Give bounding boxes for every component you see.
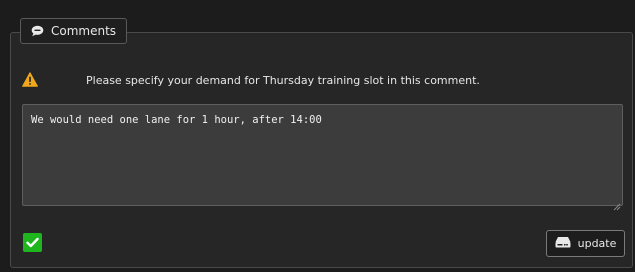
notice: Please specify your demand for Thursday … bbox=[22, 72, 480, 88]
comments-legend: Comments bbox=[20, 18, 128, 44]
warning-icon bbox=[22, 72, 38, 88]
comments-legend-label: Comments bbox=[51, 24, 117, 38]
resize-grip-icon[interactable] bbox=[613, 196, 621, 211]
comment-textarea[interactable]: We would need one lane for 1 hour, after… bbox=[22, 104, 623, 206]
notice-text: Please specify your demand for Thursday … bbox=[86, 73, 480, 87]
check-icon bbox=[26, 233, 39, 252]
update-button-label: update bbox=[577, 237, 617, 250]
page: Comments Please specify your demand for … bbox=[0, 0, 635, 272]
hard-drive-icon bbox=[555, 236, 571, 251]
comment-icon bbox=[30, 24, 44, 38]
confirm-checkbox[interactable] bbox=[23, 233, 42, 252]
update-button[interactable]: update bbox=[546, 230, 625, 257]
